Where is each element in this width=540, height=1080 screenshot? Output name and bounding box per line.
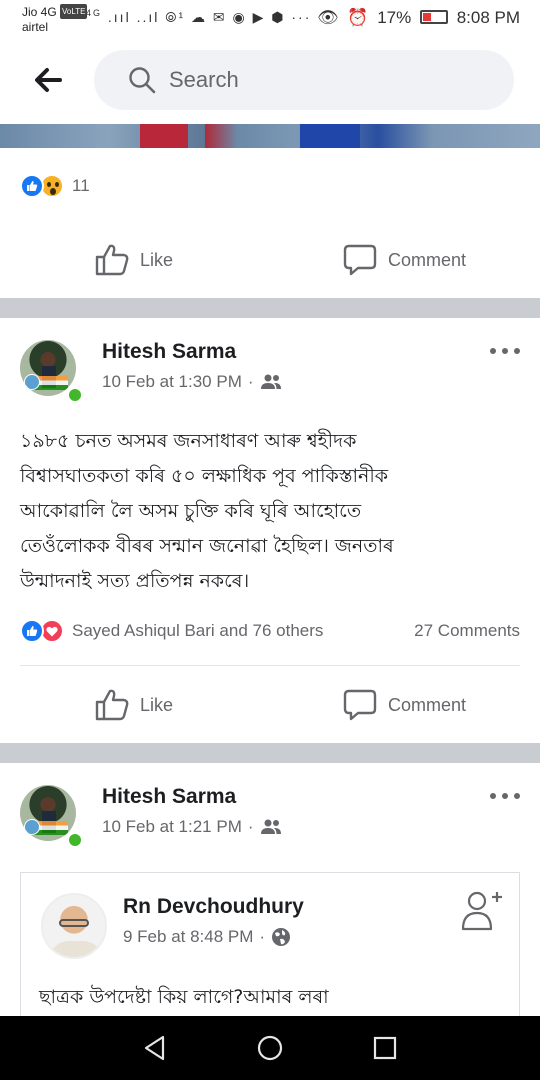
like-button[interactable]: Like <box>94 230 173 290</box>
feed-separator <box>0 298 540 318</box>
comment-icon <box>343 689 377 721</box>
add-friend-icon[interactable] <box>459 889 503 933</box>
friends-icon <box>260 374 281 389</box>
post-actions: Like Comment <box>0 230 540 290</box>
status-bar: Jio 4G VoLTE airtel 4G .ııl ..ıl ⦾¹ ☁ ✉ … <box>0 0 540 40</box>
search-placeholder: Search <box>169 67 239 92</box>
comment-button[interactable]: Comment <box>342 230 466 290</box>
like-reaction-icon <box>20 619 44 643</box>
post-author[interactable]: Hitesh Sarma <box>102 785 236 809</box>
post-author[interactable]: Hitesh Sarma <box>102 340 236 364</box>
shared-post-text: ছাত্ৰক উপদেষ্টা কিয় লাগে?আমাৰ লৰা <box>39 986 329 1008</box>
like-label: Like <box>140 694 174 715</box>
battery-percent: 17% <box>377 8 412 27</box>
post-meta: 10 Feb at 1:30 PM · <box>102 372 282 392</box>
more-options-icon[interactable] <box>490 791 520 801</box>
reactions-text: Sayed Ashiqul Bari and 76 others <box>72 621 324 640</box>
shared-post-card[interactable]: Rn Devchoudhury 9 Feb at 8:48 PM · ছাত্ৰ… <box>20 872 520 1032</box>
online-status-indicator <box>66 386 84 404</box>
feed-separator <box>0 743 540 763</box>
nav-recent-apps-icon[interactable] <box>371 1034 399 1062</box>
reactions-summary[interactable]: 11 <box>20 172 90 200</box>
comment-icon <box>343 244 377 276</box>
avatar[interactable] <box>20 340 76 396</box>
like-reaction-icon <box>20 174 44 198</box>
post-meta: 10 Feb at 1:21 PM · <box>102 817 282 837</box>
search-header: Search <box>0 40 540 124</box>
shared-post-author[interactable]: Rn Devchoudhury <box>123 895 304 919</box>
back-arrow-icon[interactable] <box>30 62 66 98</box>
network-type: 4G <box>86 8 103 18</box>
friends-icon <box>260 819 281 834</box>
online-status-indicator <box>66 831 84 849</box>
volte-icon: VoLTE <box>60 4 88 19</box>
comment-label: Comment <box>388 249 467 270</box>
comment-label: Comment <box>388 694 467 715</box>
shared-post-meta: 9 Feb at 8:48 PM · <box>123 927 291 947</box>
like-button[interactable]: Like <box>94 675 173 735</box>
alarm-icon: ⏰ <box>347 8 369 27</box>
post-image[interactable] <box>0 124 540 148</box>
avatar[interactable] <box>20 785 76 841</box>
post-actions: Like Comment <box>0 675 540 735</box>
thumbs-up-icon <box>95 689 129 721</box>
reactions-summary[interactable]: Sayed Ashiqul Bari and 76 others <box>20 617 323 645</box>
carrier-bottom: airtel <box>22 20 49 34</box>
post-timestamp[interactable]: 10 Feb at 1:21 PM <box>102 817 242 837</box>
shared-author-avatar[interactable] <box>41 893 107 959</box>
comments-count[interactable]: 27 Comments <box>414 621 520 641</box>
clock: 8:08 PM <box>456 8 520 27</box>
search-input[interactable]: Search <box>94 50 514 110</box>
globe-icon <box>272 928 291 946</box>
like-label: Like <box>140 249 174 270</box>
signal-icons: 4G .ııl ..ıl ⦾¹ ☁ ✉ ◉ ▶ ⬢ ··· <box>86 8 311 26</box>
post-timestamp[interactable]: 10 Feb at 1:30 PM <box>102 372 242 392</box>
signal-strength-icon: .ııl ..ıl ⦾¹ <box>107 9 186 25</box>
post-text: ১৯৮৫ চনত অসমৰ জনসাধাৰণ আৰু শ্বহীদক বিশ্ব… <box>20 430 394 592</box>
status-right: 👁 ⏰ 17% 8:08 PM <box>313 8 520 28</box>
battery-icon <box>419 10 448 24</box>
search-icon <box>129 67 156 94</box>
divider <box>20 665 520 666</box>
system-navigation-bar <box>0 1016 540 1080</box>
thumbs-up-icon <box>95 244 129 276</box>
nav-back-icon[interactable] <box>141 1034 169 1062</box>
comment-button[interactable]: Comment <box>342 675 466 735</box>
shared-post-timestamp[interactable]: 9 Feb at 8:48 PM <box>123 927 253 947</box>
carrier-info: Jio 4G VoLTE airtel <box>22 4 88 35</box>
reaction-count: 11 <box>72 176 90 195</box>
nav-home-icon[interactable] <box>256 1034 284 1062</box>
eye-icon: 👁 <box>316 8 339 27</box>
more-options-icon[interactable] <box>490 346 520 356</box>
notification-icons: ☁ ✉ ◉ ▶ ⬢ ··· <box>191 9 312 25</box>
carrier-top: Jio 4G <box>22 5 57 19</box>
